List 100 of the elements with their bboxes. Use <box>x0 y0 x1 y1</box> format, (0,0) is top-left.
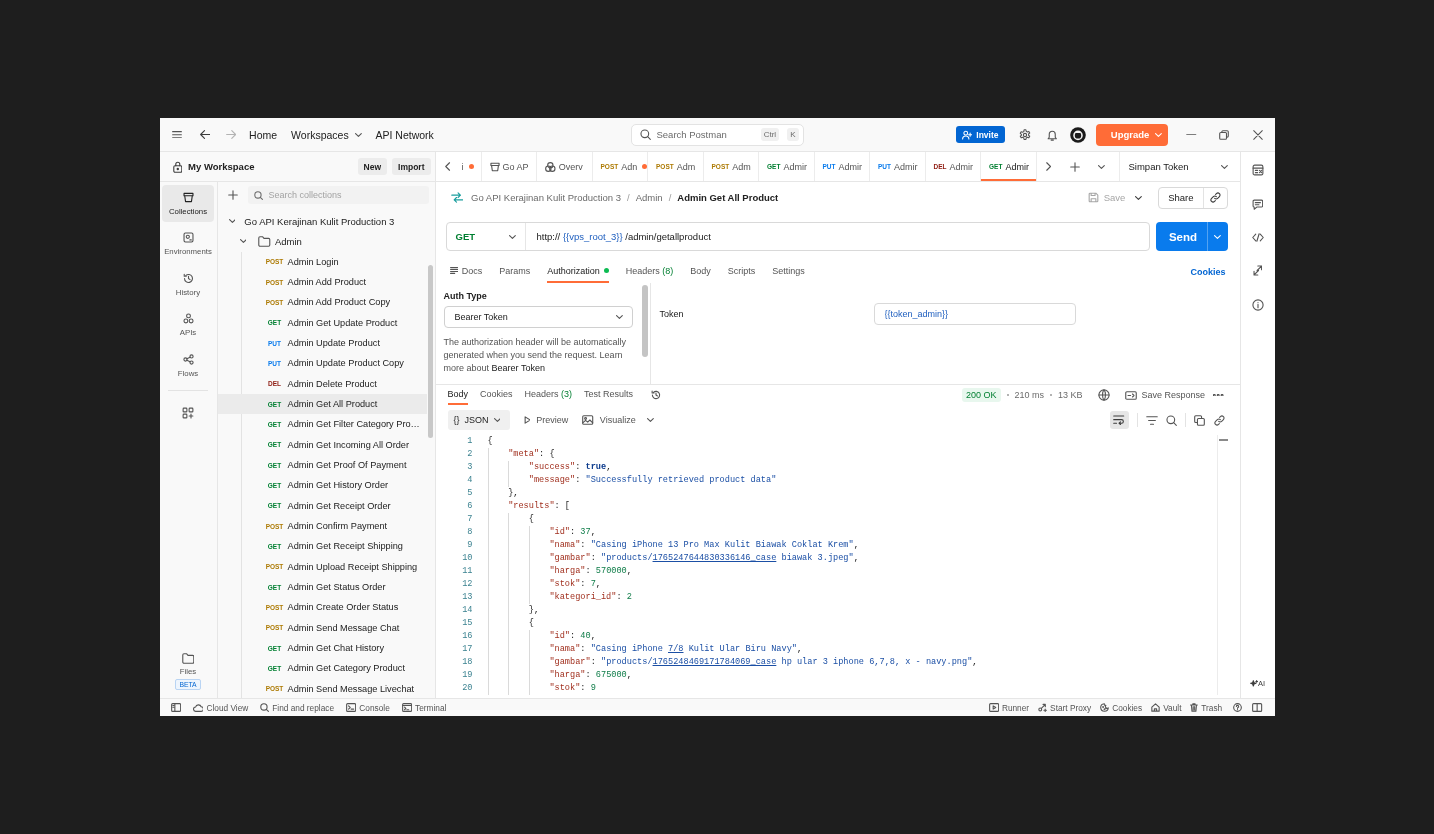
request-tab[interactable]: Params <box>499 258 531 283</box>
layout-icon[interactable] <box>1252 703 1263 712</box>
invite-button[interactable]: Invite <box>956 126 1005 143</box>
visualize-button[interactable]: Visualize <box>582 415 636 425</box>
search-input[interactable]: Search Postman <box>656 124 753 145</box>
cookies-link[interactable]: Cookies <box>1190 258 1226 283</box>
scrollbar-thumb[interactable] <box>427 265 433 438</box>
filter-icon[interactable] <box>1145 415 1158 425</box>
format-dropdown[interactable]: {} JSON <box>447 410 510 430</box>
request-tab[interactable]: Authorization <box>547 258 609 283</box>
breadcrumb-link[interactable]: Go API Kerajinan Kulit Production 3 <box>471 192 622 203</box>
more-icon[interactable] <box>1213 393 1224 397</box>
header-button[interactable]: Import <box>392 158 431 175</box>
request-tab[interactable]: Headers (8) <box>625 258 674 283</box>
history-icon <box>182 272 194 284</box>
code-link[interactable]: 1765247644830336146_case <box>652 553 777 563</box>
status-bar-button[interactable]: Start Proxy <box>1038 702 1092 713</box>
nav-link[interactable]: Home <box>249 128 278 141</box>
status-badge[interactable]: 200 OK <box>962 388 1001 402</box>
minimize-icon[interactable] <box>1186 133 1197 136</box>
request-tab[interactable]: Scripts <box>727 258 756 283</box>
request-tab[interactable]: Go AP <box>481 152 537 181</box>
preview-button[interactable]: Preview <box>523 415 569 425</box>
status-bar-button[interactable]: Find and replace <box>260 702 335 713</box>
close-icon[interactable] <box>1252 129 1263 140</box>
learn-more-link[interactable]: Bearer Token <box>491 363 545 373</box>
lock-icon <box>172 160 183 173</box>
menu-icon[interactable] <box>171 130 182 139</box>
settings-icon[interactable] <box>1018 128 1031 141</box>
diagonal-arrows-icon[interactable] <box>1252 265 1263 276</box>
code-link[interactable]: 1765248469171784069_case <box>652 657 777 667</box>
search-icon <box>253 190 263 200</box>
workspace-name[interactable]: My Workspace <box>188 161 353 172</box>
caret-icon[interactable] <box>239 239 247 244</box>
response-tab[interactable]: Body <box>447 385 468 405</box>
back-arrow-icon[interactable] <box>199 130 210 139</box>
line-number: 2 <box>466 448 474 461</box>
wrap-lines-button[interactable] <box>1109 411 1129 429</box>
response-tab[interactable]: Test Results <box>584 385 634 405</box>
line-number: 3 <box>466 461 474 474</box>
request-tab[interactable]: Settings <box>772 258 805 283</box>
search-field[interactable]: Search Postman Ctrl K <box>630 123 804 146</box>
scrollbar-thumb[interactable] <box>1218 439 1228 441</box>
request-tab[interactable]: Body <box>690 258 711 283</box>
nav-link[interactable]: API Network <box>375 128 434 141</box>
response-size[interactable]: 13 KB <box>1058 390 1083 400</box>
link-icon[interactable] <box>1213 414 1225 426</box>
caret-icon[interactable] <box>1135 195 1143 200</box>
sidebar-toggle-icon[interactable] <box>170 703 181 712</box>
status-bar-button[interactable]: Runner <box>988 702 1030 713</box>
caret-icon[interactable] <box>1097 164 1105 169</box>
breadcrumb-link[interactable]: Admin <box>635 192 663 203</box>
response-tab[interactable]: Headers (3) <box>524 385 573 405</box>
status-bar-button[interactable]: Trash <box>1190 702 1223 713</box>
header-button[interactable]: New <box>357 158 388 175</box>
panel-x-icon[interactable] <box>1251 164 1264 176</box>
response-time[interactable]: 210 ms <box>1014 390 1045 400</box>
status-bar-button[interactable]: Terminal <box>401 702 447 713</box>
scrollbar-thumb[interactable] <box>641 285 648 357</box>
status-bar-button[interactable]: Console <box>346 702 390 713</box>
send-button[interactable]: Send <box>1155 222 1228 251</box>
add-user-icon <box>962 129 973 140</box>
globe-icon[interactable] <box>1097 389 1110 401</box>
help-icon[interactable] <box>1233 703 1243 712</box>
plus-icon[interactable] <box>1069 161 1080 172</box>
caret-icon[interactable] <box>646 418 654 422</box>
status-bar-button[interactable]: Vault <box>1151 702 1182 713</box>
code-icon[interactable] <box>1251 233 1264 242</box>
bell-icon[interactable] <box>1046 128 1057 141</box>
status-bar-button[interactable]: Cookies <box>1100 702 1143 713</box>
wrap-icon <box>1113 415 1125 425</box>
request-tab[interactable]: i <box>460 152 482 181</box>
copy-icon[interactable] <box>1193 414 1205 426</box>
request-tab[interactable]: Docs <box>449 258 483 283</box>
collection-item[interactable]: Go API Kerajinan Kulit Production 3 <box>217 211 427 232</box>
nav-dropdown[interactable]: Workspaces <box>291 128 362 141</box>
auth-type-dropdown[interactable]: Bearer Token <box>443 306 633 328</box>
chevron-left-icon[interactable] <box>445 162 451 171</box>
save-response-button[interactable]: Save Response <box>1124 390 1206 400</box>
line-number: 18 <box>461 656 474 669</box>
status-bar-button[interactable]: Cloud View <box>192 702 249 713</box>
comment-icon[interactable] <box>1251 199 1264 210</box>
search-icon[interactable] <box>1165 414 1177 426</box>
caret-icon[interactable] <box>228 219 236 224</box>
chevron-right-icon[interactable] <box>1045 162 1051 171</box>
line-number: 19 <box>461 669 474 682</box>
environment-dropdown[interactable]: Simpan Token <box>1118 152 1240 181</box>
plus-icon[interactable] <box>227 190 238 200</box>
code-line: "meta": { <box>508 448 555 461</box>
token-field[interactable]: {{token_admin}} <box>873 303 1076 325</box>
code-link[interactable]: 7/8 <box>668 644 684 654</box>
response-tab[interactable]: Cookies <box>480 385 513 405</box>
info-icon[interactable] <box>1251 299 1264 311</box>
restore-icon[interactable] <box>1218 129 1229 140</box>
history-icon[interactable] <box>651 390 662 400</box>
request-tab[interactable]: Overv <box>537 152 593 181</box>
folder-item[interactable]: Admin <box>217 231 427 252</box>
avatar-icon[interactable] <box>1070 126 1086 143</box>
link-icon[interactable] <box>1209 192 1221 203</box>
grid-plus-icon[interactable] <box>182 406 194 419</box>
